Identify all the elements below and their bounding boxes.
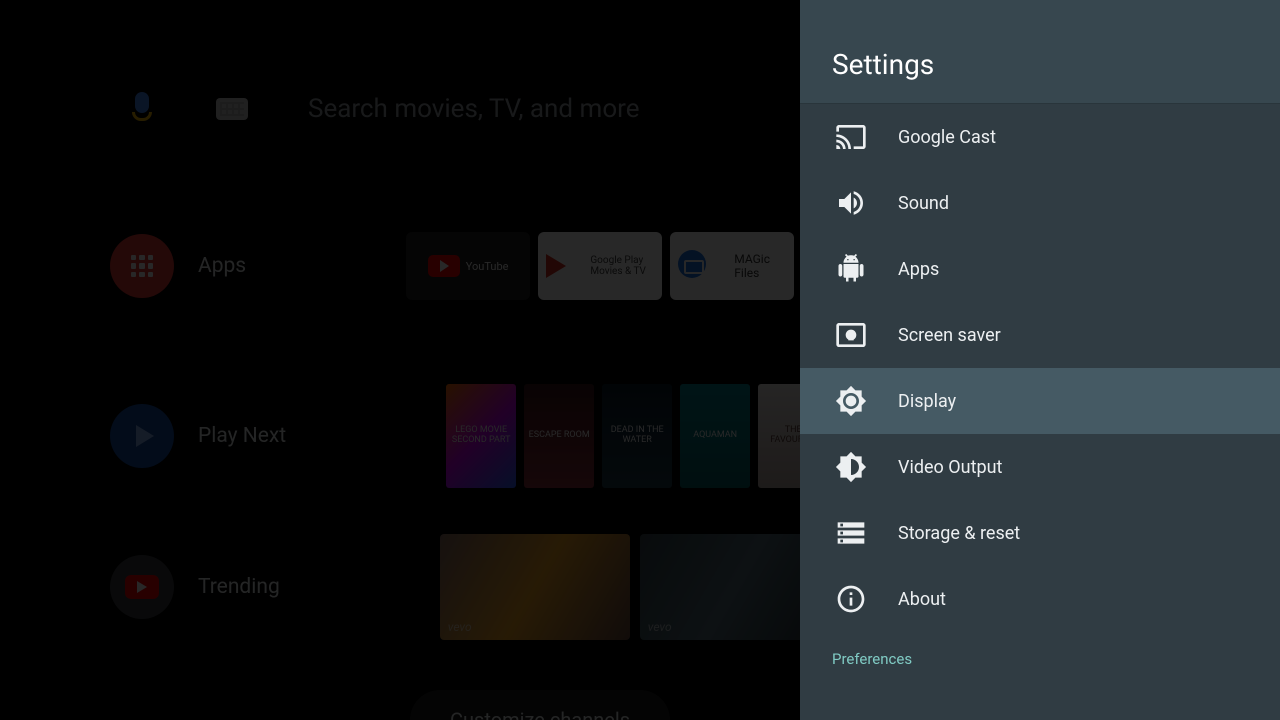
volume-icon [832,184,870,222]
android-icon [832,250,870,288]
cast-icon [832,118,870,156]
settings-item-label: Apps [898,259,939,280]
settings-item-label: Display [898,391,956,412]
video-output-icon [832,448,870,486]
settings-item-about[interactable]: About [800,566,1280,632]
settings-item-video-output[interactable]: Video Output [800,434,1280,500]
settings-item-label: Sound [898,193,949,214]
settings-panel: Settings Google Cast Sound Apps Screen s… [800,0,1280,720]
screensaver-icon [832,316,870,354]
settings-item-google-cast[interactable]: Google Cast [800,104,1280,170]
settings-item-apps[interactable]: Apps [800,236,1280,302]
settings-section-preferences: Preferences [800,632,1280,676]
settings-item-label: Google Cast [898,127,996,148]
settings-item-label: Storage & reset [898,523,1020,544]
settings-item-screen-saver[interactable]: Screen saver [800,302,1280,368]
brightness-icon [832,382,870,420]
settings-title: Settings [800,0,1280,104]
settings-item-label: Screen saver [898,325,1001,346]
settings-list: Google Cast Sound Apps Screen saver Disp [800,104,1280,720]
storage-icon [832,514,870,552]
settings-item-label: Video Output [898,457,1002,478]
settings-item-display[interactable]: Display [800,368,1280,434]
settings-item-storage-reset[interactable]: Storage & reset [800,500,1280,566]
info-icon [832,580,870,618]
settings-item-sound[interactable]: Sound [800,170,1280,236]
settings-item-label: About [898,589,946,610]
